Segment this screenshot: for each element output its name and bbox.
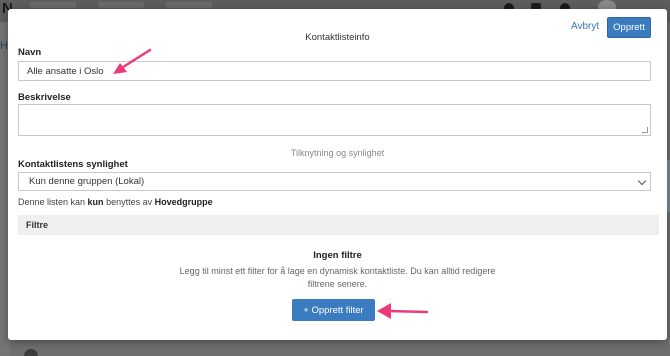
- name-label: Navn: [18, 47, 42, 58]
- contact-list-modal: Kontaktlisteinfo Avbryt Opprett Navn All…: [8, 9, 667, 340]
- annotation-arrow-icon: [377, 303, 429, 319]
- visibility-select[interactable]: Kun denne gruppen (Lokal): [18, 172, 651, 191]
- filters-header: Filtre: [18, 215, 659, 235]
- empty-filters-description: Legg til minst ett filter for å lage en …: [179, 266, 496, 289]
- empty-filters-title: Ingen filtre: [313, 250, 362, 261]
- cancel-button[interactable]: Avbryt: [571, 21, 599, 32]
- visibility-helper: Denne listen kan kun benyttes av Hovedgr…: [18, 197, 213, 207]
- section-caption: Tilknytning og synlighet: [290, 148, 385, 158]
- annotation-arrow-icon: [113, 48, 152, 74]
- description-textarea[interactable]: [18, 104, 651, 136]
- visibility-selected: Kun denne gruppen (Lokal): [29, 176, 145, 187]
- background-nav: [30, 2, 212, 8]
- name-input-value: Alle ansatte i Oslo: [27, 65, 104, 77]
- modal-title: Kontaktlisteinfo: [305, 32, 370, 43]
- visibility-label: Kontaktlistens synlighet: [18, 159, 128, 170]
- create-button[interactable]: Opprett: [607, 17, 651, 38]
- chevron-down-icon: [637, 176, 647, 186]
- create-filter-button[interactable]: + Opprett filter: [292, 299, 375, 321]
- background-circle: [24, 349, 38, 356]
- resize-grip-icon[interactable]: [642, 127, 648, 133]
- background-heading: H: [0, 40, 8, 52]
- description-label: Beskrivelse: [18, 92, 71, 103]
